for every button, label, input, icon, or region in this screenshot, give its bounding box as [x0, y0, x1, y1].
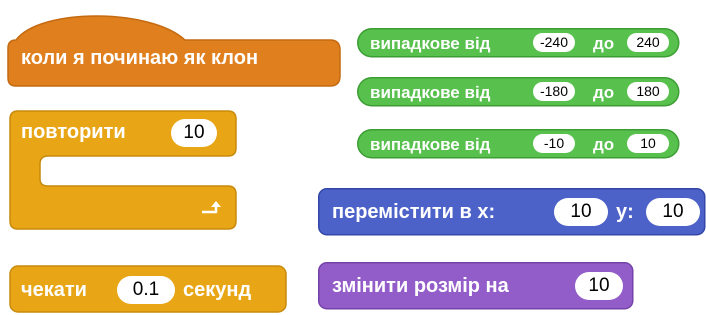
size-input[interactable]: 10: [575, 272, 623, 300]
random-label: випадкове від: [370, 135, 491, 154]
random-label: випадкове від: [370, 83, 491, 102]
wait-block-shape: [9, 265, 287, 313]
wait-seconds-block[interactable]: чекати 0.1 секунд: [0, 0, 300, 315]
random-label: випадкове від: [370, 34, 491, 53]
random-to-label: до: [593, 34, 615, 53]
wait-seconds-label: секунд: [183, 279, 252, 301]
random-to-input[interactable]: 240: [627, 33, 669, 52]
change-size-label: змінити розмір на: [332, 275, 509, 297]
pick-random-block-3[interactable]: випадкове від -10 до 10: [357, 129, 680, 159]
wait-label: чекати: [21, 279, 87, 301]
go-to-xy-block[interactable]: перемістити в x: 10 y: 10: [318, 188, 706, 236]
random-to-label: до: [593, 135, 615, 154]
change-size-block[interactable]: змінити розмір на 10: [318, 262, 638, 310]
wait-seconds-input[interactable]: 0.1: [117, 276, 175, 304]
pick-random-block-2[interactable]: випадкове від -180 до 180: [357, 77, 680, 107]
random-from-input[interactable]: -240: [533, 33, 575, 52]
x-input[interactable]: 10: [554, 198, 608, 226]
pick-random-block-1[interactable]: випадкове від -240 до 240: [357, 28, 680, 58]
go-to-label: перемістити в x:: [332, 201, 496, 223]
random-from-input[interactable]: -180: [533, 82, 575, 101]
random-from-input[interactable]: -10: [533, 134, 575, 153]
y-input[interactable]: 10: [646, 198, 700, 226]
random-to-label: до: [593, 83, 615, 102]
random-to-input[interactable]: 10: [627, 134, 669, 153]
random-to-input[interactable]: 180: [627, 82, 669, 101]
y-label: y:: [616, 201, 634, 223]
